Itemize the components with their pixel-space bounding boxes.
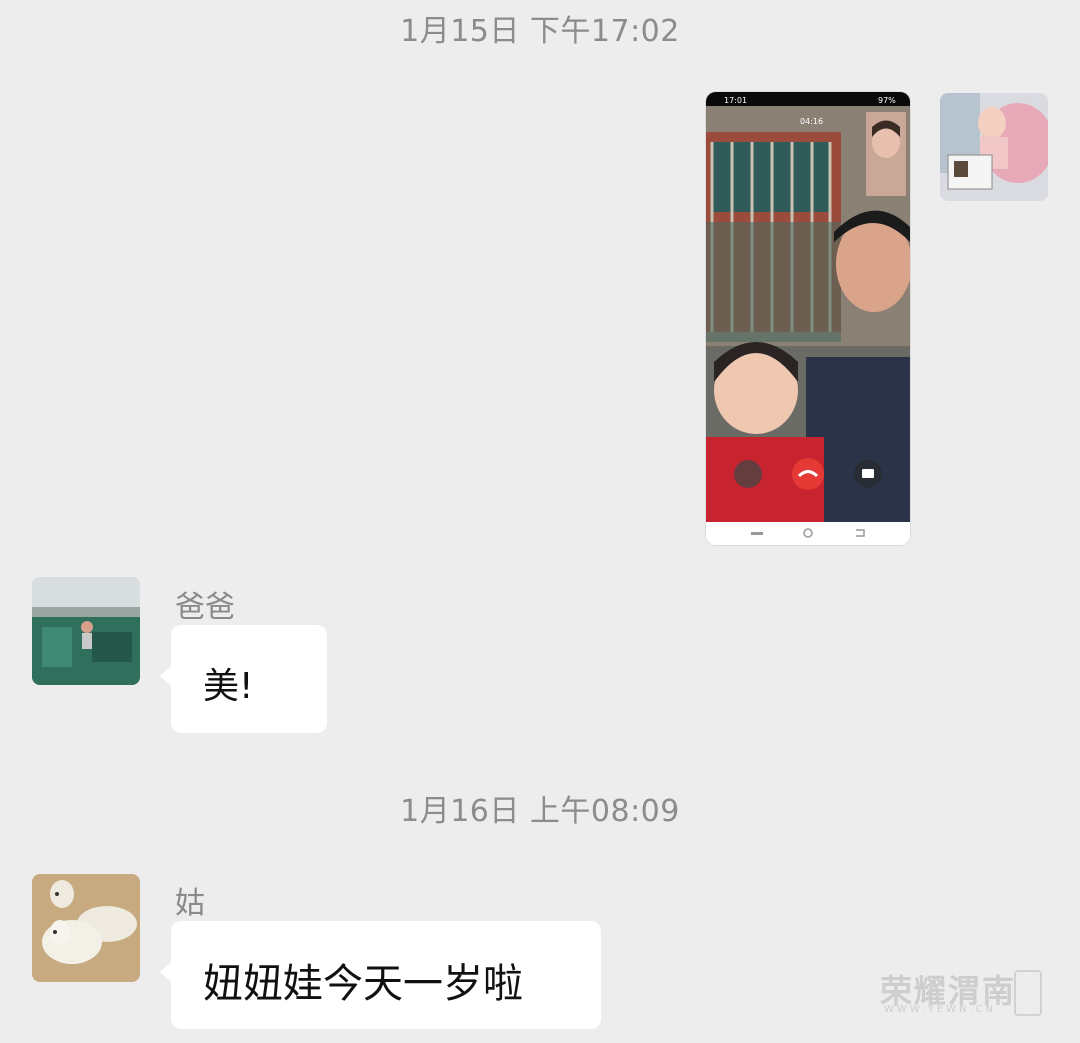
timestamp: 1月16日 上午08:09 [400, 794, 680, 829]
message-text: 妞妞娃今天一岁啦 [203, 961, 523, 1007]
image-message[interactable]: 17:01 97% 04:16 [706, 92, 910, 545]
sender-name: 爸爸 [175, 590, 235, 625]
sender-avatar-dad[interactable] [32, 577, 140, 685]
timestamp: 1月15日 下午17:02 [400, 14, 680, 49]
factory-photo-avatar [32, 577, 140, 685]
sheep-photo-avatar [32, 874, 140, 982]
speaker-icon [734, 460, 762, 488]
app-logo-icon [1014, 970, 1042, 1016]
message-bubble[interactable]: 美! [160, 625, 327, 733]
sender-name: 姑 [175, 886, 205, 921]
watermark-url: WWW.YEWN.CN [884, 1004, 997, 1015]
baby-photo-avatar [940, 93, 1048, 201]
hangup-icon [792, 458, 824, 490]
video-call-screenshot: 17:01 97% 04:16 [706, 92, 910, 545]
message-text: 美! [203, 666, 254, 707]
my-avatar[interactable] [940, 93, 1048, 201]
battery-level: 97% [878, 96, 896, 105]
call-timer: 04:16 [800, 117, 823, 126]
sender-avatar-aunt[interactable] [32, 874, 140, 982]
status-time: 17:01 [724, 96, 747, 105]
message-bubble[interactable]: 妞妞娃今天一岁啦 [160, 921, 601, 1029]
